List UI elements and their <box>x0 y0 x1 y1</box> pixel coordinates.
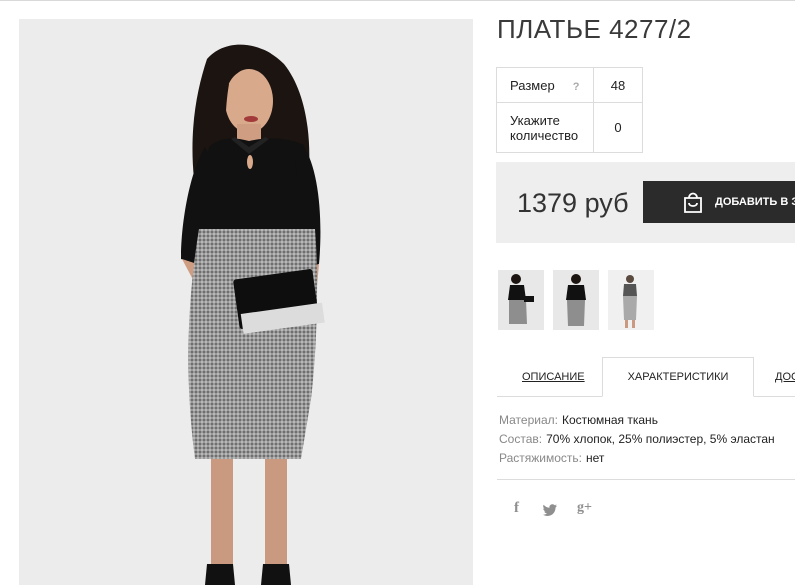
quantity-label-line2: количество <box>510 127 579 143</box>
characteristics-list: Материал: Костюмная ткань Состав: 70% хлоп… <box>499 411 775 468</box>
shopping-bag-icon <box>681 190 705 217</box>
product-main-image[interactable] <box>19 19 473 585</box>
thumbnail-2[interactable] <box>553 270 599 330</box>
size-label-cell: Размер? <box>496 67 594 103</box>
twitter-icon[interactable] <box>543 503 557 519</box>
characteristic-row: Растяжимость: нет <box>499 449 775 468</box>
social-divider <box>497 479 795 480</box>
google-plus-icon[interactable]: g+ <box>577 500 592 516</box>
thumbnail-3[interactable] <box>608 270 654 330</box>
size-row: Размер? 48 <box>496 67 643 103</box>
add-to-cart-label: ДОБАВИТЬ В ЗАКАЗ <box>715 196 795 208</box>
quantity-input[interactable]: 0 <box>593 102 643 153</box>
characteristic-value: Костюмная ткань <box>561 413 658 427</box>
price-panel: 1379 руб ДОБАВИТЬ В ЗАКАЗ <box>496 162 795 243</box>
characteristic-key: Состав: <box>499 432 543 446</box>
product-title: ПЛАТЬЕ 4277/2 <box>497 14 692 44</box>
characteristic-value: нет <box>586 451 605 465</box>
tab-characteristics[interactable]: ХАРАКТЕРИСТИКИ <box>602 357 754 397</box>
characteristic-row: Материал: Костюмная ткань <box>499 411 775 430</box>
product-options-table: Размер? 48 Укажите количество 0 <box>496 67 643 153</box>
tab-delivery[interactable]: ДОСТАВКА <box>775 357 795 396</box>
top-divider <box>0 0 795 1</box>
quantity-label-line1: Укажите <box>510 112 560 128</box>
characteristic-key: Материал: <box>499 413 558 427</box>
size-label: Размер <box>510 77 555 93</box>
price-value: 1379 руб <box>517 188 629 218</box>
quantity-row: Укажите количество 0 <box>496 102 643 153</box>
add-to-cart-button[interactable]: ДОБАВИТЬ В ЗАКАЗ <box>643 181 795 223</box>
size-help-icon[interactable]: ? <box>573 81 580 93</box>
size-select[interactable]: 48 <box>593 67 643 103</box>
quantity-label-cell: Укажите количество <box>496 102 594 153</box>
characteristic-row: Состав: 70% хлопок, 25% полиэстер, 5% эла… <box>499 430 775 449</box>
facebook-icon[interactable]: f <box>514 500 519 517</box>
characteristic-value: 70% хлопок, 25% полиэстер, 5% эластан <box>546 432 775 446</box>
characteristic-key: Растяжимость: <box>499 451 583 465</box>
product-tabs: ОПИСАНИЕ ХАРАКТЕРИСТИКИ ДОСТАВКА <box>497 357 795 397</box>
thumbnail-1[interactable] <box>498 270 544 330</box>
tab-description[interactable]: ОПИСАНИЕ <box>522 357 585 396</box>
